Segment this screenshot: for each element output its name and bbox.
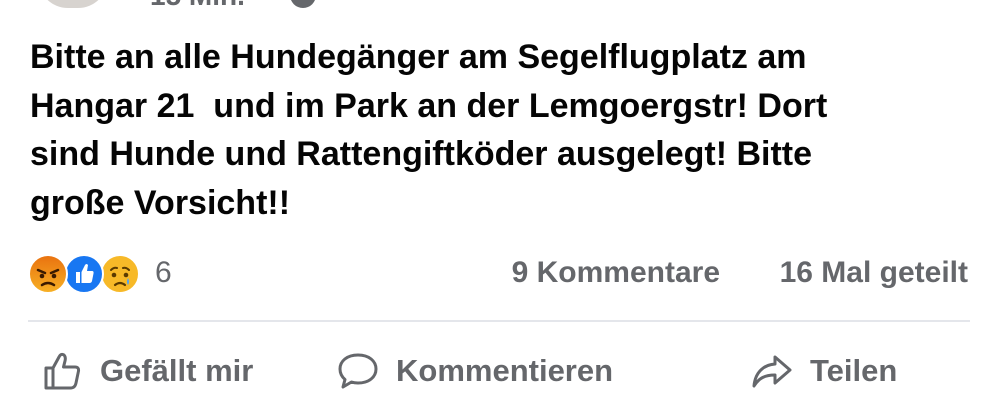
post-time[interactable]: 15 Min. <box>150 0 245 10</box>
post-stats: 6 9 Kommentare 16 Mal geteilt <box>0 250 1000 296</box>
reaction-count[interactable]: 6 <box>155 256 172 290</box>
like-reaction-icon <box>64 254 104 294</box>
angry-reaction-icon <box>28 254 68 294</box>
like-button[interactable]: Gefällt mir <box>40 346 253 396</box>
post-header: 15 Min. <box>0 0 1000 10</box>
avatar[interactable] <box>38 0 108 8</box>
comments-count[interactable]: 9 Kommentare <box>512 256 720 290</box>
thumbs-up-icon <box>40 349 84 393</box>
divider <box>28 320 970 322</box>
speech-bubble-icon <box>336 349 380 393</box>
comment-button-label: Kommentieren <box>396 353 614 388</box>
share-button-label: Teilen <box>810 353 898 388</box>
share-arrow-icon <box>750 349 794 393</box>
like-button-label: Gefällt mir <box>100 353 254 388</box>
shares-count[interactable]: 16 Mal geteilt <box>780 256 968 290</box>
sad-reaction-icon <box>100 254 140 294</box>
post-text: Bitte an alle Hundegänger am Segelflugpl… <box>30 38 828 222</box>
globe-icon <box>290 0 316 8</box>
share-button[interactable]: Teilen <box>750 346 897 396</box>
comment-button[interactable]: Kommentieren <box>336 346 613 396</box>
